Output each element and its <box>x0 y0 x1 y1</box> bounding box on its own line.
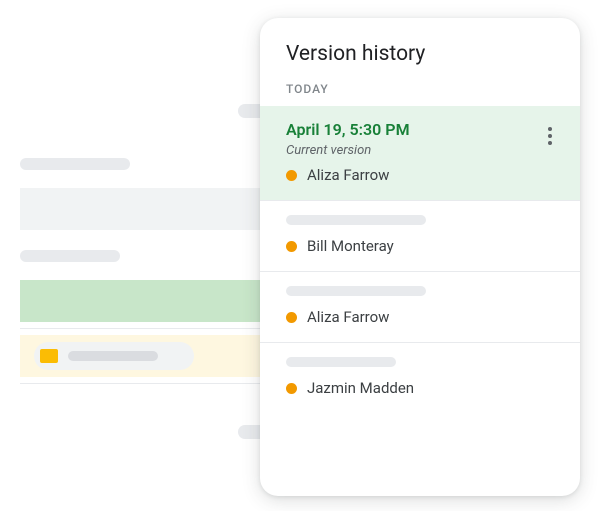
more-options-button[interactable] <box>538 124 562 148</box>
editor-name: Aliza Farrow <box>307 166 389 184</box>
version-entry[interactable]: Bill Monteray <box>260 200 580 271</box>
doc-row-gray <box>20 188 270 230</box>
editor-dot-icon <box>286 312 297 323</box>
editor-name: Bill Monteray <box>307 237 394 255</box>
version-history-panel: Version history TODAY April 19, 5:30 PM … <box>260 18 580 496</box>
version-timestamp: April 19, 5:30 PM <box>286 120 554 139</box>
editor-row: Aliza Farrow <box>286 308 554 326</box>
version-subtitle: Current version <box>286 143 554 158</box>
editor-row: Aliza Farrow <box>286 166 554 184</box>
doc-row-green <box>20 280 270 322</box>
editor-dot-icon <box>286 170 297 181</box>
editor-dot-icon <box>286 383 297 394</box>
timestamp-placeholder <box>286 215 426 225</box>
background-document <box>20 140 270 384</box>
doc-placeholder-line <box>20 158 130 170</box>
editor-name: Jazmin Madden <box>307 379 414 397</box>
editor-row: Bill Monteray <box>286 237 554 255</box>
doc-chip <box>34 342 194 370</box>
timestamp-placeholder <box>286 286 426 296</box>
version-entry-current[interactable]: April 19, 5:30 PM Current version Aliza … <box>260 106 580 200</box>
doc-placeholder-line <box>20 250 120 262</box>
section-today: TODAY <box>260 76 580 106</box>
slides-icon <box>40 349 58 363</box>
editor-dot-icon <box>286 241 297 252</box>
chip-placeholder <box>68 351 158 361</box>
timestamp-placeholder <box>286 357 396 367</box>
version-entry[interactable]: Aliza Farrow <box>260 271 580 342</box>
doc-divider <box>20 328 270 329</box>
editor-row: Jazmin Madden <box>286 379 554 397</box>
version-entry[interactable]: Jazmin Madden <box>260 342 580 413</box>
editor-name: Aliza Farrow <box>307 308 389 326</box>
panel-title: Version history <box>260 18 580 76</box>
doc-row-yellow <box>20 335 270 377</box>
doc-divider <box>20 383 270 384</box>
